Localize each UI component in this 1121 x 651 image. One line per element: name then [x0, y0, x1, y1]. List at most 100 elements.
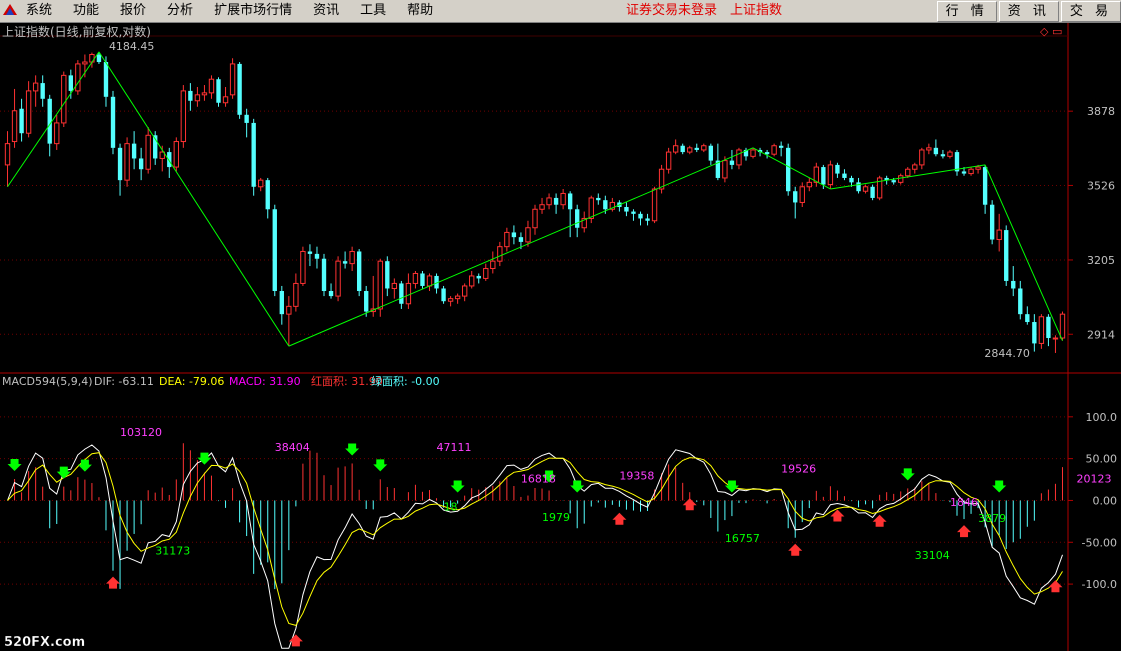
- mode-button-2[interactable]: 交 易: [1060, 1, 1121, 22]
- candle-body-141: [996, 229, 1002, 241]
- area-label-6: 1979: [542, 511, 570, 524]
- candle-body-44: [314, 253, 320, 259]
- down-arrow-icon-4: [345, 443, 360, 456]
- candle-body-74: [525, 227, 531, 243]
- menu-item-4[interactable]: 扩展市场行情: [214, 0, 292, 22]
- candle-body-24: [173, 141, 179, 168]
- stock-chart[interactable]: 3878 3526 3205 2914 100.0 50.00 0.00 -50.00 -100…: [0, 23, 1121, 651]
- up-arrow-icon-2: [612, 512, 627, 525]
- candle-body-96: [680, 145, 685, 153]
- candle-body-77: [546, 197, 552, 206]
- candle-body-100: [708, 145, 714, 161]
- up-arrow-icon-1: [288, 634, 303, 647]
- area-label-0: 103120: [120, 426, 162, 439]
- candle-body-122: [862, 186, 869, 192]
- menu-item-5[interactable]: 资讯: [313, 0, 339, 22]
- macd-tick-label-4: -100.0: [1082, 578, 1117, 591]
- kline-tick-label-2: 3205: [1087, 254, 1115, 267]
- candle-body-146: [1032, 322, 1037, 344]
- area-label-8: 16757: [725, 532, 760, 545]
- candle-body-147: [1038, 316, 1045, 344]
- candle-body-102: [722, 160, 728, 179]
- candle-body-103: [729, 160, 735, 165]
- area-label-9: 19526: [781, 463, 816, 476]
- candle-body-11: [82, 61, 88, 65]
- candle-body-140: [989, 204, 995, 240]
- area-label-3: 47111: [437, 441, 472, 454]
- down-arrow-icon-8: [570, 480, 585, 493]
- candle-body-129: [912, 164, 918, 170]
- down-arrow-icon-6: [450, 480, 465, 493]
- candle-body-41: [293, 282, 299, 307]
- candle-body-34: [244, 114, 249, 123]
- candle-body-63: [447, 298, 454, 302]
- candle-body-47: [335, 260, 341, 297]
- candle-body-91: [645, 218, 650, 221]
- candle-body-20: [145, 134, 151, 170]
- candle-body-136: [961, 171, 967, 174]
- candle-body-78: [553, 197, 559, 205]
- candle-body-145: [1025, 314, 1030, 323]
- candle-body-89: [631, 211, 636, 214]
- menu-item-3[interactable]: 分析: [167, 0, 193, 22]
- macd-tick-label-2: 0.00: [1093, 494, 1118, 507]
- menu-item-2[interactable]: 报价: [120, 0, 146, 22]
- min-price-label: 2844.70: [984, 347, 1030, 360]
- down-arrow-icon-9: [724, 480, 739, 493]
- candle-body-32: [229, 63, 236, 96]
- candle-body-112: [793, 191, 798, 203]
- macd-legend-5: 绿面积: -0.00: [371, 374, 440, 388]
- menu-item-0[interactable]: 系统: [26, 0, 52, 22]
- menu-bar: 系统 功能 报价 分析 扩展市场行情 资讯 工具 帮助 证券交易未登录 上证指数 行 情资 讯…: [0, 0, 1121, 23]
- candle-body-134: [947, 151, 953, 157]
- candle-body-126: [891, 180, 896, 183]
- candle-body-137: [968, 168, 974, 175]
- candle-body-143: [1011, 280, 1016, 289]
- kline-title: 上证指数(日线,前复权,对数): [2, 24, 151, 39]
- mode-buttons: 行 情资 讯交 易: [935, 1, 1121, 22]
- candle-body-135: [954, 152, 960, 172]
- candle-body-106: [750, 149, 756, 157]
- kline-tick-label-0: 3878: [1087, 105, 1115, 118]
- menu-item-1[interactable]: 功能: [73, 0, 99, 22]
- candle-body-3: [25, 90, 32, 134]
- area-label-1: 31173: [155, 545, 190, 558]
- candle-body-10: [75, 63, 81, 92]
- candle-body-117: [827, 164, 834, 186]
- menu-item-7[interactable]: 帮助: [407, 0, 433, 22]
- candle-body-75: [532, 208, 538, 229]
- candle-body-26: [188, 90, 193, 101]
- candle-body-19: [138, 158, 144, 170]
- candle-body-130: [919, 149, 925, 166]
- candle-body-92: [651, 188, 658, 222]
- candle-body-42: [300, 250, 306, 284]
- candle-body-29: [208, 78, 215, 94]
- candle-body-150: [1059, 313, 1066, 339]
- kline-tick-label-3: 2914: [1087, 328, 1115, 341]
- candle-body-39: [279, 291, 284, 315]
- candle-body-144: [1018, 288, 1023, 315]
- candle-body-71: [504, 231, 510, 248]
- candle-body-43: [307, 251, 313, 254]
- candle-body-149: [1052, 337, 1059, 340]
- candle-body-48: [342, 261, 348, 264]
- candle-body-66: [469, 275, 475, 287]
- area-label-12: 3879: [978, 512, 1006, 525]
- candle-body-111: [786, 147, 791, 192]
- candle-body-56: [399, 283, 404, 304]
- candle-body-76: [539, 204, 545, 210]
- mode-button-0[interactable]: 行 情: [936, 1, 997, 22]
- candle-body-115: [813, 166, 820, 183]
- area-label-13: 20123: [1077, 473, 1112, 486]
- candle-body-50: [356, 251, 362, 292]
- candle-body-118: [835, 164, 840, 174]
- menu-item-6[interactable]: 工具: [360, 0, 386, 22]
- candle-body-113: [799, 186, 805, 203]
- candle-body-46: [328, 291, 334, 297]
- mode-button-1[interactable]: 资 讯: [998, 1, 1059, 22]
- candle-body-2: [19, 108, 24, 134]
- candle-body-60: [426, 275, 433, 287]
- candle-body-1: [11, 110, 18, 143]
- candle-body-40: [286, 305, 292, 315]
- candle-body-139: [982, 167, 988, 205]
